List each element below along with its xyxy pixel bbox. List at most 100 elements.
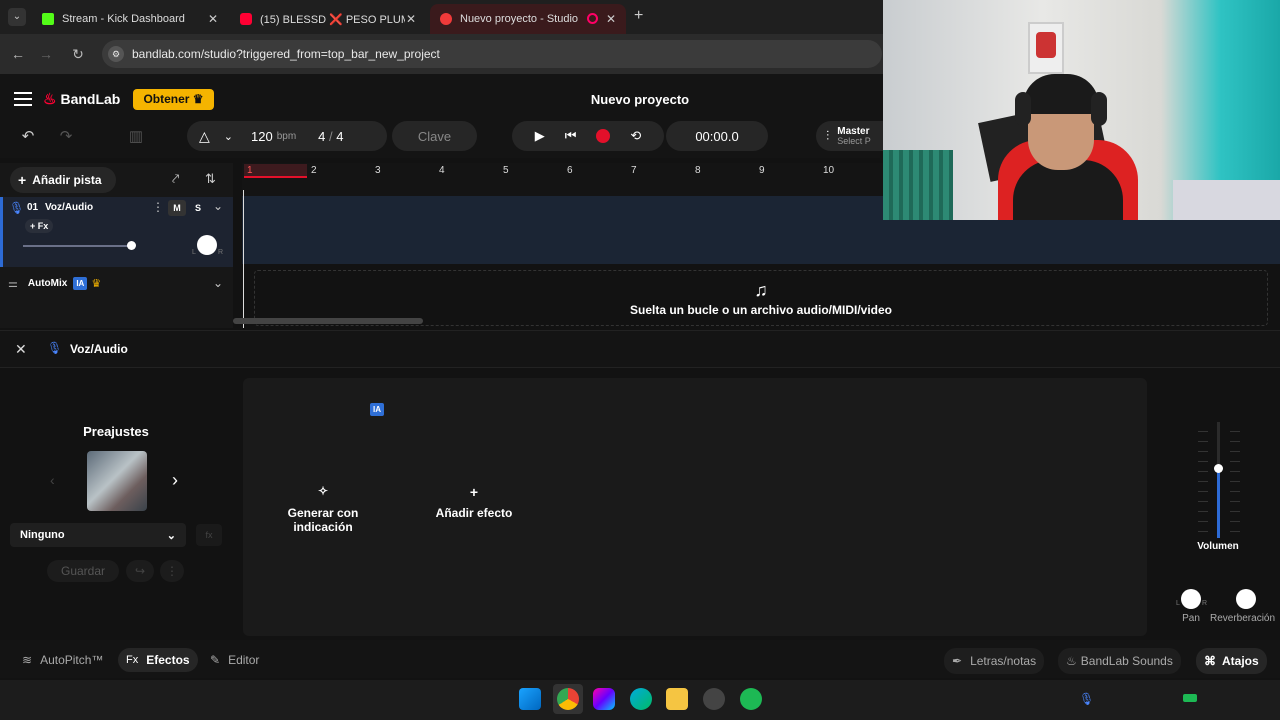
tray-icon[interactable] bbox=[1183, 694, 1197, 702]
obs-icon[interactable] bbox=[703, 688, 725, 710]
plus-icon: + bbox=[18, 172, 27, 188]
chevron-down-icon[interactable]: ⌄ bbox=[224, 130, 233, 143]
bandlab-logo[interactable]: ♨ BandLab bbox=[43, 90, 120, 108]
obtener-button[interactable]: Obtener ♛ bbox=[133, 89, 214, 110]
mute-button[interactable]: M bbox=[168, 200, 186, 216]
tab-list-icon[interactable]: ⌄ bbox=[8, 8, 26, 26]
chevron-right-icon[interactable]: › bbox=[172, 470, 178, 491]
preset-select[interactable]: Ninguno ⌄ bbox=[10, 523, 186, 547]
wand-icon[interactable]: ⤤ bbox=[172, 171, 179, 187]
add-effect-button[interactable]: + Añadir efecto bbox=[424, 484, 524, 520]
bar-marker: 8 bbox=[695, 165, 701, 176]
add-fx-button[interactable]: + Fx bbox=[25, 219, 54, 233]
mic-icon: 🎙︎ bbox=[9, 201, 25, 215]
tab-editor[interactable]: ✎ Editor bbox=[202, 648, 267, 672]
pan-knob[interactable] bbox=[197, 235, 217, 255]
loop-region[interactable] bbox=[244, 164, 307, 178]
reverb-knob[interactable] bbox=[1236, 589, 1256, 609]
volume-handle[interactable] bbox=[127, 241, 136, 250]
lyrics-notes-button[interactable]: ✒ Letras/notas bbox=[944, 648, 1045, 674]
chrome-taskbar-button[interactable] bbox=[553, 684, 583, 714]
tab-youtube[interactable]: (15) BLESSD ❌ PESO PLUMA ❯ ✕ bbox=[230, 4, 426, 34]
track-volume-slider[interactable] bbox=[23, 245, 131, 247]
track-name[interactable]: Voz/Audio bbox=[45, 202, 93, 213]
chevron-down-icon[interactable]: ⌄ bbox=[213, 199, 223, 213]
microphone-tray-icon[interactable]: 🎙︎ bbox=[1079, 692, 1094, 706]
tab-effects[interactable]: Fx Efectos bbox=[118, 648, 198, 672]
tempo-value[interactable]: 120 bbox=[251, 129, 273, 144]
save-preset-button[interactable]: Guardar bbox=[47, 560, 119, 582]
volume-handle[interactable] bbox=[1214, 464, 1223, 473]
record-icon[interactable] bbox=[596, 129, 611, 143]
panel-track-name: Voz/Audio bbox=[70, 342, 128, 356]
fit-icon[interactable]: ⇅ bbox=[205, 171, 216, 187]
metronome-icon[interactable]: △ bbox=[199, 128, 210, 145]
forward-icon[interactable]: → bbox=[36, 44, 56, 64]
bar-marker: 7 bbox=[631, 165, 637, 176]
redo-icon[interactable]: ↷ bbox=[48, 122, 84, 150]
back-icon[interactable]: ← bbox=[8, 44, 28, 64]
laundry-basket bbox=[883, 150, 953, 220]
tab-autopitch[interactable]: ≋ AutoPitch™ bbox=[14, 648, 111, 672]
menu-icon[interactable] bbox=[14, 92, 32, 106]
playback-controls: ▶ ⏮ ⟲ bbox=[512, 121, 664, 151]
pencil-icon: ✎ bbox=[210, 653, 221, 667]
fx-panel-header: ✕ 🎙︎ Voz/Audio bbox=[0, 330, 1280, 368]
tab-bandlab-studio[interactable]: Nuevo proyecto - Studio ✕ bbox=[430, 4, 626, 34]
more-icon[interactable]: ⋮ bbox=[152, 200, 164, 214]
new-tab-icon[interactable]: + bbox=[634, 7, 643, 25]
close-tab-icon[interactable]: ✕ bbox=[606, 12, 616, 26]
chevron-down-icon[interactable]: ⌄ bbox=[213, 276, 223, 290]
master-button[interactable]: ⫶ Master Select P bbox=[816, 121, 886, 151]
close-icon[interactable]: ✕ bbox=[15, 341, 27, 358]
pan-label: Pan bbox=[1182, 613, 1200, 624]
kick-icon bbox=[42, 13, 54, 25]
sliders-icon: ⚌ bbox=[8, 277, 18, 290]
playhead[interactable] bbox=[243, 190, 244, 328]
bar-marker: 10 bbox=[823, 165, 835, 176]
pen-icon: ✒ bbox=[952, 654, 963, 668]
automix-row[interactable]: ⚌ AutoMix IA ♛ ⌄ bbox=[0, 272, 233, 294]
wall-poster bbox=[1028, 22, 1064, 74]
time-signature[interactable]: 4 / 4 bbox=[318, 129, 343, 144]
volume-fader[interactable] bbox=[1198, 418, 1240, 538]
edge-icon[interactable] bbox=[630, 688, 652, 710]
preset-thumbnail[interactable] bbox=[87, 451, 147, 511]
reload-icon[interactable]: ↻ bbox=[68, 44, 88, 64]
fx-icon: Fx bbox=[126, 654, 139, 666]
spotify-icon[interactable] bbox=[740, 688, 762, 710]
generate-with-prompt-button[interactable]: ✧ Generar con indicación bbox=[268, 484, 378, 534]
more-icon[interactable]: ⋮ bbox=[160, 560, 184, 582]
site-info-icon[interactable]: ⚙ bbox=[108, 46, 124, 62]
solo-button[interactable]: S bbox=[189, 200, 207, 216]
chevron-left-icon[interactable]: ‹ bbox=[50, 472, 55, 488]
track-voz-audio[interactable]: 🎙︎ 01 Voz/Audio ⋮ M S ⌄ + Fx L R bbox=[0, 197, 233, 267]
horizontal-scrollbar[interactable] bbox=[233, 318, 423, 324]
presets-title: Preajustes bbox=[83, 424, 149, 439]
tempo-control[interactable]: △ ⌄ 120 bpm 4 / 4 bbox=[187, 121, 387, 151]
file-explorer-icon[interactable] bbox=[666, 688, 688, 710]
pan-knob[interactable] bbox=[1181, 589, 1201, 609]
bandlab-sounds-button[interactable]: ♨ BandLab Sounds bbox=[1058, 648, 1181, 674]
key-button[interactable]: Clave bbox=[392, 121, 477, 151]
loop-icon[interactable]: ⟲ bbox=[630, 128, 641, 144]
keyboard-icon[interactable]: ▥ bbox=[118, 122, 154, 150]
undo-icon[interactable]: ↶ bbox=[10, 122, 46, 150]
address-bar[interactable]: ⚙ bandlab.com/studio?triggered_from=top_… bbox=[102, 40, 882, 68]
share-icon[interactable]: ↪ bbox=[126, 560, 154, 582]
bar-marker: 4 bbox=[439, 165, 445, 176]
close-tab-icon[interactable]: ✕ bbox=[406, 12, 416, 26]
project-title[interactable]: Nuevo proyecto bbox=[540, 92, 740, 107]
add-track-button[interactable]: + Añadir pista bbox=[10, 167, 116, 193]
bar-marker: 2 bbox=[311, 165, 317, 176]
copilot-icon[interactable] bbox=[593, 688, 615, 710]
headphones bbox=[1015, 92, 1031, 126]
ia-badge: IA bbox=[73, 276, 88, 290]
close-tab-icon[interactable]: ✕ bbox=[208, 12, 218, 26]
play-icon[interactable]: ▶ bbox=[535, 128, 545, 144]
shortcuts-button[interactable]: ⌘ Atajos bbox=[1196, 648, 1267, 674]
fx-bypass-icon[interactable]: fx bbox=[196, 524, 222, 546]
skip-back-icon[interactable]: ⏮ bbox=[565, 128, 577, 144]
tab-kick-dashboard[interactable]: Stream - Kick Dashboard ✕ bbox=[32, 4, 228, 34]
windows-start-icon[interactable] bbox=[519, 688, 541, 710]
